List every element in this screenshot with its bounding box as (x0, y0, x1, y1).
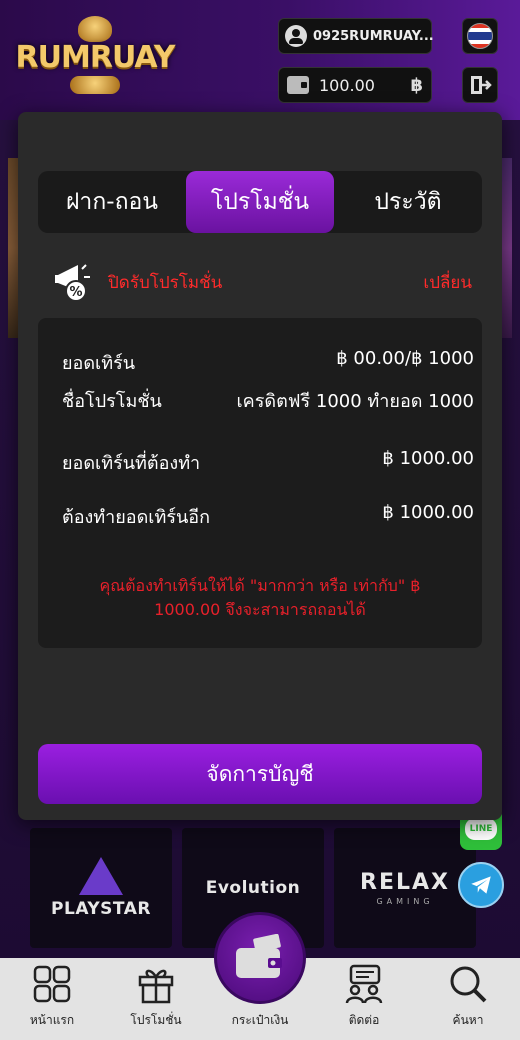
telegram-button[interactable] (458, 862, 504, 908)
promo-close-label[interactable]: ปิดรับโปรโมชั่น (108, 269, 423, 296)
user-account-pill[interactable]: 0925RUMRUAY... (278, 18, 434, 54)
nav-label: กระเป๋าเงิน (231, 1013, 289, 1027)
nav-label: โปรโมชั่น (130, 1013, 182, 1027)
nav-label: หน้าแรก (29, 1013, 75, 1027)
modal-tabs: ฝาก-ถอน โปรโมชั่น ประวัติ (38, 171, 482, 233)
turnover-label: ยอดเทิร์น (62, 353, 136, 374)
site-logo[interactable]: RUMRUAY (10, 12, 180, 104)
wallet-icon (287, 76, 309, 94)
withdraw-warning: คุณต้องทำเทิร์นให้ได้ "มากกว่า หรือ เท่า… (99, 576, 421, 619)
logout-button[interactable] (462, 67, 498, 103)
required-turnover-label: ยอดเทิร์นที่ต้องทำ (62, 453, 201, 474)
balance-pill[interactable]: 100.00 ฿ (278, 67, 432, 103)
remaining-turnover-label: ต้องทำยอดเทิร์นอีก (62, 507, 211, 528)
remaining-turnover-row: ต้องทำยอดเทิร์นอีก ฿ 1000.00 (62, 502, 474, 531)
nav-contact[interactable]: ติดต่อ (312, 958, 416, 1040)
user-icon (285, 25, 307, 47)
wallet-center-button[interactable] (214, 912, 306, 1004)
username: 0925RUMRUAY... (313, 28, 434, 44)
contact-icon (345, 964, 383, 1004)
provider-name: PLAYSTAR (51, 899, 151, 919)
promo-bar: % ปิดรับโปรโมชั่น เปลี่ยน (52, 254, 472, 310)
gift-icon (138, 969, 174, 1004)
nav-promotion[interactable]: โปรโมชั่น (104, 958, 208, 1040)
turnover-row: ยอดเทิร์น ฿ 00.00/฿ 1000 (62, 348, 474, 377)
nav-home[interactable]: หน้าแรก (0, 958, 104, 1040)
remaining-turnover-value: ฿ 1000.00 (382, 502, 474, 523)
required-turnover-value: ฿ 1000.00 (382, 448, 474, 469)
logo-text: RUMRUAY (15, 40, 176, 75)
grid-icon (33, 965, 71, 1003)
change-promo-link[interactable]: เปลี่ยน (423, 269, 472, 296)
tab-history[interactable]: ประวัติ (334, 171, 482, 233)
provider-subtitle: GAMING (376, 897, 434, 906)
manage-account-button[interactable]: จัดการบัญชี (38, 744, 482, 804)
provider-playstar[interactable]: PLAYSTAR (30, 828, 172, 948)
logo-crown-icon (78, 16, 112, 42)
turnover-value: ฿ 00.00/฿ 1000 (336, 348, 474, 369)
wallet-icon (236, 934, 282, 978)
provider-relax[interactable]: RELAX GAMING (334, 828, 476, 948)
language-button[interactable] (462, 18, 498, 54)
required-turnover-row: ยอดเทิร์นที่ต้องทำ ฿ 1000.00 (62, 448, 474, 477)
tab-deposit-withdraw[interactable]: ฝาก-ถอน (38, 171, 186, 233)
balance-value: 100.00 (319, 75, 375, 95)
nav-label: ค้นหา (452, 1013, 484, 1027)
logout-icon (471, 76, 492, 94)
turnover-info-box: ยอดเทิร์น ฿ 00.00/฿ 1000 ชื่อโปรโมชั่น เ… (38, 318, 482, 648)
promo-name-value: เครดิตฟรี 1000 ทำยอด 1000 (236, 391, 474, 412)
thai-flag-icon (467, 23, 493, 49)
provider-name: Evolution (205, 878, 301, 898)
telegram-icon (471, 876, 491, 894)
provider-name: RELAX (360, 870, 450, 895)
tab-promotion[interactable]: โปรโมชั่น (186, 171, 334, 233)
line-label: LINE (465, 818, 497, 840)
promo-name-label: ชื่อโปรโมชั่น (62, 391, 162, 412)
playstar-logo-icon (79, 857, 123, 895)
logo-coins-icon (70, 76, 120, 94)
nav-label: ติดต่อ (348, 1013, 380, 1027)
svg-text:%: % (69, 285, 82, 300)
megaphone-icon[interactable]: % (52, 257, 102, 307)
currency-symbol: ฿ (410, 74, 423, 96)
nav-search[interactable]: ค้นหา (416, 958, 520, 1040)
wallet-modal: ฝาก-ถอน โปรโมชั่น ประวัติ % ปิดรับโปรโมช… (18, 112, 502, 820)
promo-name-row: ชื่อโปรโมชั่น เครดิตฟรี 1000 ทำยอด 1000 (62, 386, 474, 415)
search-icon (450, 966, 487, 1003)
